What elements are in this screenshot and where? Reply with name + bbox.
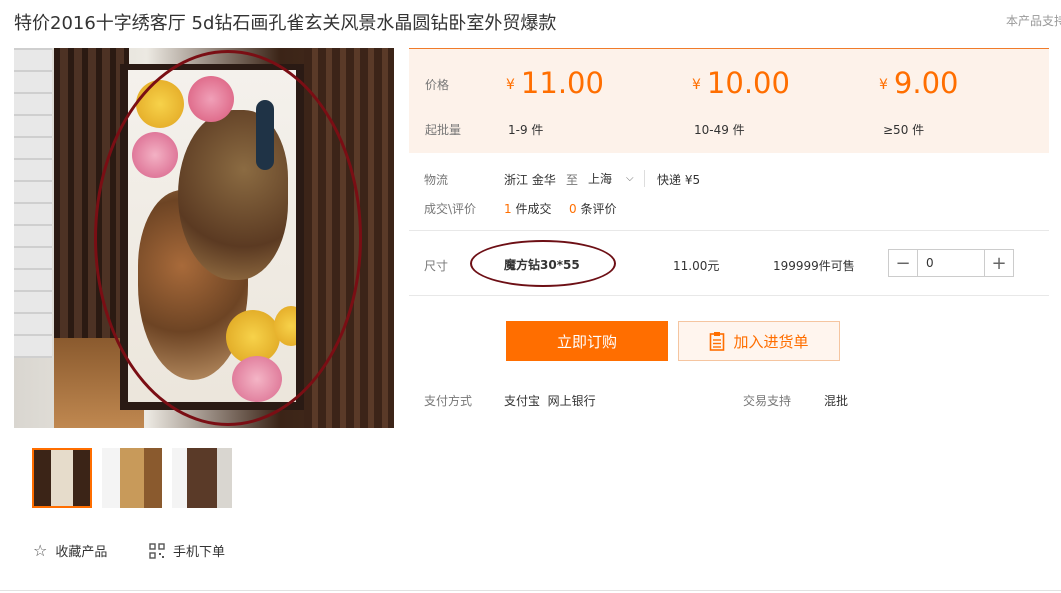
logistics-label: 物流 bbox=[424, 173, 449, 187]
add-to-list-button[interactable]: 加入进货单 bbox=[678, 321, 840, 361]
plus-icon[interactable]: + bbox=[985, 250, 1013, 276]
to-text: 至 bbox=[566, 173, 579, 187]
star-icon: ☆ bbox=[33, 541, 48, 560]
highlight-oval bbox=[94, 50, 362, 426]
price-tier-3: ¥9.00 bbox=[879, 66, 959, 100]
price-tier-2: ¥10.00 bbox=[692, 66, 790, 100]
thumbnail-1[interactable] bbox=[32, 448, 92, 508]
buy-now-button[interactable]: 立即订购 bbox=[506, 321, 668, 361]
product-main-image[interactable] bbox=[14, 48, 394, 428]
thumbnail-2[interactable] bbox=[102, 448, 162, 508]
sold-count[interactable]: 1 件成交 bbox=[504, 200, 551, 217]
support-link[interactable]: 本产品支持 bbox=[1006, 12, 1061, 29]
price-label: 价格 bbox=[425, 78, 450, 92]
stock-count: 199999件可售 bbox=[773, 259, 855, 273]
destination-select[interactable]: 上海 ⌵ bbox=[588, 170, 645, 187]
favorite-product[interactable]: ☆ 收藏产品 bbox=[33, 541, 107, 560]
product-title: 特价2016十字绣客厅 5d钻石画孔雀玄关风景水晶圆钻卧室外贸爆款 bbox=[14, 13, 557, 34]
price-tier-1: ¥11.00 bbox=[506, 66, 604, 100]
chevron-down-icon: ⌵ bbox=[626, 173, 634, 184]
size-highlight-oval bbox=[470, 240, 616, 287]
min-qty-label: 起批量 bbox=[425, 123, 462, 137]
qty-tier-2: 10-49 件 bbox=[694, 123, 745, 137]
qr-code-icon bbox=[149, 542, 165, 559]
trade-support-label: 交易支持 bbox=[743, 394, 792, 408]
quantity-stepper[interactable]: − 0 + bbox=[888, 249, 1014, 277]
payment-methods: 支付宝 网上银行 bbox=[504, 394, 596, 408]
origin: 浙江 金华 bbox=[504, 173, 556, 187]
shipping-fee: 快递 ¥5 bbox=[657, 173, 701, 187]
size-label: 尺寸 bbox=[424, 259, 449, 273]
quantity-input[interactable]: 0 bbox=[917, 250, 985, 276]
size-price: 11.00元 bbox=[673, 259, 720, 273]
deals-label: 成交\评价 bbox=[424, 202, 477, 216]
minus-icon[interactable]: − bbox=[889, 250, 917, 276]
trade-support-value: 混批 bbox=[824, 394, 849, 408]
payment-label: 支付方式 bbox=[424, 394, 473, 408]
thumbnail-3[interactable] bbox=[172, 448, 232, 508]
review-count[interactable]: 0 条评价 bbox=[569, 200, 616, 217]
qty-tier-3: ≥50 件 bbox=[883, 123, 925, 137]
mobile-order[interactable]: 手机下单 bbox=[149, 541, 225, 560]
qty-tier-1: 1-9 件 bbox=[508, 123, 544, 137]
clipboard-icon bbox=[710, 332, 725, 351]
